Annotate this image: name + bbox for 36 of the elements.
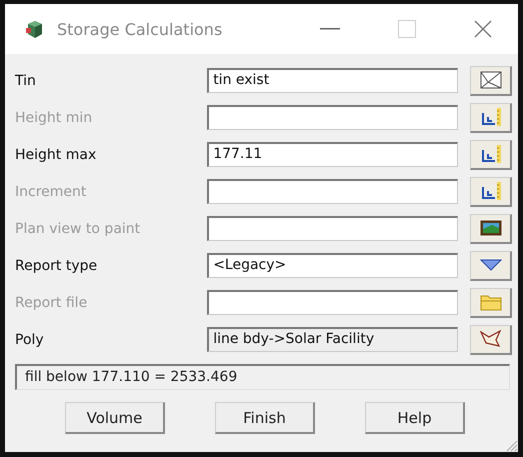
dialog-button[interactable]: Help xyxy=(365,402,465,434)
field-label: Height min xyxy=(15,110,94,126)
ruler-icon xyxy=(480,107,502,127)
dropdown-button[interactable] xyxy=(470,250,512,280)
field-label: Increment xyxy=(15,184,88,200)
status-bar: fill below 177.110 = 2533.469 xyxy=(15,364,510,390)
field-label: Report file xyxy=(15,294,88,310)
input-field[interactable]: line bdy->Solar Facility xyxy=(207,327,458,352)
window-title: Storage Calculations xyxy=(57,20,222,38)
pick-button[interactable] xyxy=(470,214,512,244)
polygon-icon xyxy=(480,329,502,349)
dialog-button[interactable]: Finish xyxy=(215,402,315,434)
input-field[interactable]: tin exist xyxy=(207,68,458,93)
field-label: Poly xyxy=(15,332,45,348)
dialog-button[interactable]: Volume xyxy=(65,402,165,434)
input-field[interactable]: 177.11 xyxy=(207,142,458,167)
ruler-icon xyxy=(480,181,502,201)
pick-button[interactable] xyxy=(470,140,512,170)
resize-grip-icon[interactable] xyxy=(504,438,518,452)
pick-button[interactable] xyxy=(470,66,512,96)
caret-icon xyxy=(480,259,502,271)
ruler-icon xyxy=(480,144,502,164)
field-label: Plan view to paint xyxy=(15,220,142,236)
field-label: Report type xyxy=(15,258,98,274)
pick-button[interactable] xyxy=(470,324,512,354)
minimize-icon[interactable] xyxy=(320,28,340,30)
input-field[interactable]: <Legacy> xyxy=(207,253,458,278)
folder-icon xyxy=(480,293,502,311)
app-icon xyxy=(25,19,43,39)
pick-button[interactable] xyxy=(470,102,512,132)
pick-button[interactable] xyxy=(470,176,512,206)
picture-frame-icon xyxy=(480,220,502,236)
close-icon[interactable] xyxy=(474,20,492,38)
triangle-grid-icon xyxy=(480,71,502,89)
field-label: Tin xyxy=(15,72,37,88)
field-label: Height max xyxy=(15,146,98,162)
